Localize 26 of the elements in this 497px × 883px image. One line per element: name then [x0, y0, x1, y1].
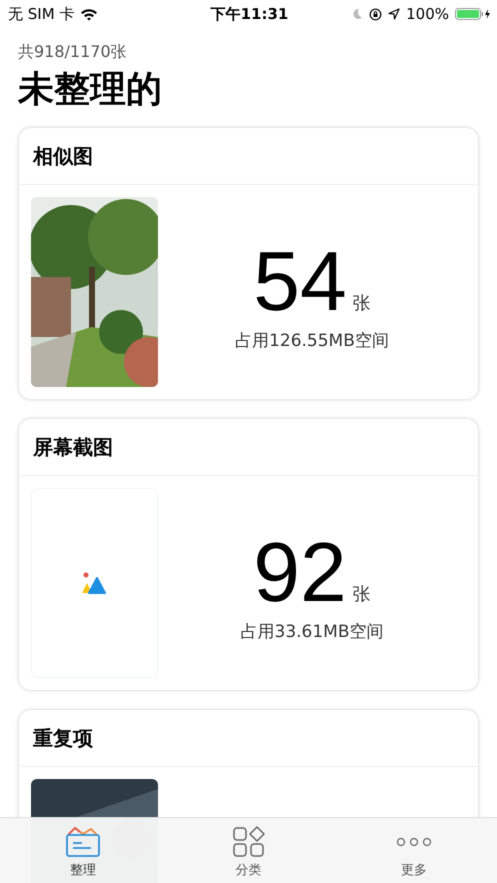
- more-icon: [396, 837, 432, 847]
- battery-charging-icon: [455, 7, 491, 21]
- card-title: 屏幕截图: [19, 419, 478, 476]
- storage-usage: 占用33.61MB空间: [240, 620, 384, 642]
- unit-label: 张: [352, 582, 371, 606]
- image-icon: [80, 571, 108, 595]
- moon-icon: [352, 8, 364, 20]
- location-icon: [388, 8, 400, 20]
- clock-text: 下午11:31: [210, 4, 288, 24]
- tab-button[interactable]: 分类: [166, 818, 332, 883]
- storage-usage: 占用126.55MB空间: [235, 330, 389, 352]
- wifi-icon: [80, 8, 98, 20]
- photo-count-number: 54: [253, 238, 347, 322]
- grid-icon: [232, 826, 264, 858]
- card-title: 重复项: [19, 710, 478, 767]
- rotation-lock-icon: [369, 8, 382, 20]
- carrier-text: 无 SIM 卡: [8, 4, 74, 24]
- photo-count: 共918/1170张: [18, 42, 128, 63]
- card-title: 相似图: [19, 128, 478, 185]
- category-card[interactable]: 相似图 54 张 占用126.55MB空间: [19, 128, 478, 399]
- unit-label: 张: [352, 292, 371, 314]
- category-card[interactable]: 屏幕截图 92 张 占用33.61MB空间: [19, 419, 478, 690]
- folder-icon: [64, 826, 101, 858]
- photo-count-number: 92: [253, 530, 347, 614]
- page-title: 未整理的: [18, 68, 163, 112]
- battery-percent: 100%: [406, 5, 449, 23]
